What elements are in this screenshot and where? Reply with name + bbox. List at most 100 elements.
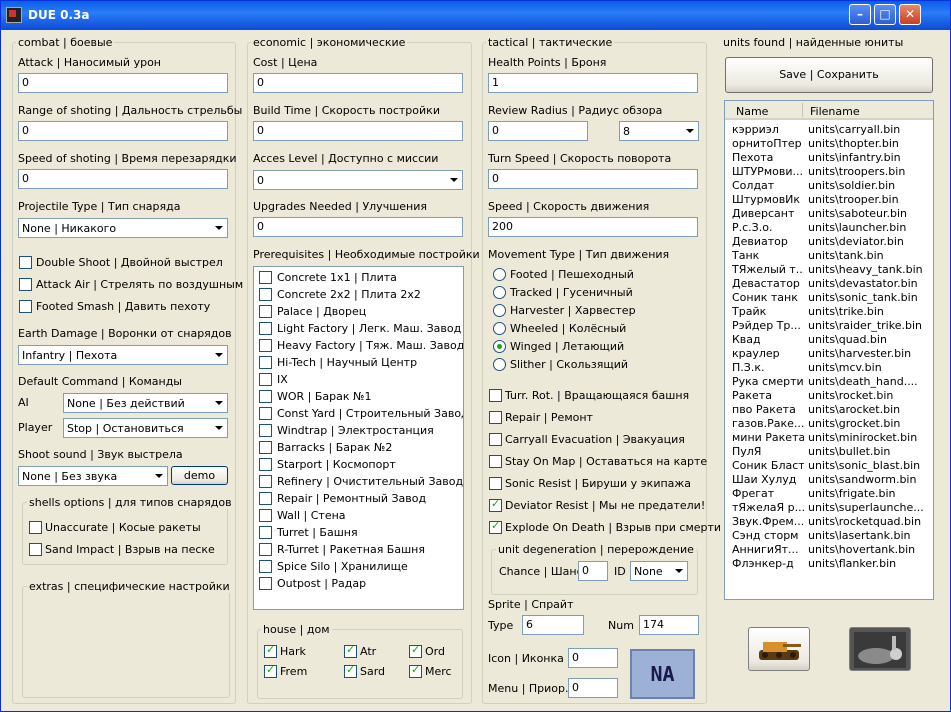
access-level-select[interactable]: 0	[253, 170, 463, 190]
house-ord-checkbox[interactable]	[409, 643, 422, 658]
ai-command-select[interactable]: None | Без действий	[63, 393, 228, 413]
degeneration-id-select[interactable]: None	[630, 561, 688, 581]
house-sard-checkbox[interactable]	[344, 663, 357, 678]
unit-row[interactable]: Пехота units\infantry.bin	[725, 151, 933, 165]
prerequisite-checkbox[interactable]	[259, 543, 272, 556]
prerequisite-checkbox[interactable]	[259, 356, 272, 369]
house-hark-checkbox[interactable]	[264, 643, 277, 658]
attack-input[interactable]: 0	[18, 73, 228, 93]
unit-row[interactable]: Соник Бласт units\sonic_blast.bin	[725, 459, 933, 473]
column-header-filename[interactable]: Filename	[810, 105, 860, 118]
prerequisite-checkbox[interactable]	[259, 305, 272, 318]
unit-row[interactable]: Квад units\quad.bin	[725, 333, 933, 347]
movement-radio[interactable]	[493, 358, 506, 371]
prerequisite-checkbox[interactable]	[259, 577, 272, 590]
movement-radio[interactable]	[493, 322, 506, 335]
double-shoot-checkbox[interactable]	[19, 256, 32, 269]
prerequisite-checkbox[interactable]	[259, 424, 272, 437]
prerequisite-checkbox[interactable]	[259, 441, 272, 454]
unit-row[interactable]: ПулЯ units\bullet.bin	[725, 445, 933, 459]
icon-input[interactable]: 0	[568, 648, 618, 668]
prerequisite-checkbox[interactable]	[259, 492, 272, 505]
prerequisite-checkbox[interactable]	[259, 373, 272, 386]
sprite-num-input[interactable]: 174	[639, 615, 699, 635]
unit-row[interactable]: Ракета units\rocket.bin	[725, 389, 933, 403]
review-radius-select[interactable]: 8	[619, 121, 699, 141]
tactical-option-checkbox[interactable]	[489, 389, 502, 402]
unit-row[interactable]: краулер units\harvester.bin	[725, 347, 933, 361]
shoot-sound-select[interactable]: None | Без звука	[18, 466, 168, 486]
unit-row[interactable]: ТЯжелый т... units\heavy_tank.bin	[725, 263, 933, 277]
unit-row[interactable]: Рука смерти units\death_hand....	[725, 375, 933, 389]
prerequisite-checkbox[interactable]	[259, 560, 272, 573]
unit-preview-button[interactable]	[748, 627, 810, 671]
unit-row[interactable]: Соник танк units\sonic_tank.bin	[725, 291, 933, 305]
prerequisite-checkbox[interactable]	[259, 407, 272, 420]
review-radius-input[interactable]: 0	[488, 121, 588, 141]
prerequisite-checkbox[interactable]	[259, 322, 272, 335]
movement-radio[interactable]	[493, 286, 506, 299]
unit-row[interactable]: мини Ракета units\minirocket.bin	[725, 431, 933, 445]
unit-row[interactable]: тЯжелаЯ р... units\superlaunche...	[725, 501, 933, 515]
tactical-option-checkbox[interactable]	[489, 411, 502, 424]
turn-speed-input[interactable]: 0	[488, 169, 698, 189]
unit-row[interactable]: Сэнд сторм units\lasertank.bin	[725, 529, 933, 543]
unit-row[interactable]: ШТУРмови... units\troopers.bin	[725, 165, 933, 179]
range-input[interactable]: 0	[18, 121, 228, 141]
tactical-option-checkbox[interactable]	[489, 497, 502, 512]
prerequisite-checkbox[interactable]	[259, 390, 272, 403]
menu-input[interactable]: 0	[568, 678, 618, 698]
footed-smash-checkbox[interactable]	[19, 300, 32, 313]
prerequisite-checkbox[interactable]	[259, 288, 272, 301]
prerequisite-checkbox[interactable]	[259, 509, 272, 522]
health-input[interactable]: 1	[488, 73, 698, 93]
prerequisite-checkbox[interactable]	[259, 458, 272, 471]
prerequisite-checkbox[interactable]	[259, 339, 272, 352]
cost-input[interactable]: 0	[253, 73, 463, 93]
demo-button[interactable]: demo	[171, 466, 228, 485]
unit-row[interactable]: Трайк units\trike.bin	[725, 305, 933, 319]
unit-row[interactable]: орнитоПтер units\thopter.bin	[725, 137, 933, 151]
unit-row[interactable]: Флэнкер-д units\flanker.bin	[725, 557, 933, 571]
attack-air-checkbox[interactable]	[19, 278, 32, 291]
house-frem-checkbox[interactable]	[264, 663, 277, 678]
save-button[interactable]: Save | Сохранить	[725, 57, 933, 93]
unit-row[interactable]: П.З.к. units\mcv.bin	[725, 361, 933, 375]
movement-radio[interactable]	[493, 304, 506, 317]
unit-row[interactable]: Танк units\tank.bin	[725, 249, 933, 263]
unit-row[interactable]: Фрегат units\frigate.bin	[725, 487, 933, 501]
projectile-select[interactable]: None | Никакого	[18, 218, 228, 238]
unaccurate-checkbox[interactable]	[29, 521, 42, 534]
tactical-option-checkbox[interactable]	[489, 433, 502, 446]
unit-row[interactable]: АннигиЯт... units\hovertank.bin	[725, 543, 933, 557]
sand-impact-checkbox[interactable]	[29, 543, 42, 556]
unit-row[interactable]: Диверсант units\saboteur.bin	[725, 207, 933, 221]
prerequisite-checkbox[interactable]	[259, 271, 272, 284]
unit-row[interactable]: Рэйдер Тр... units\raider_trike.bin	[725, 319, 933, 333]
unit-row[interactable]: Шаи Хулуд units\sandworm.bin	[725, 473, 933, 487]
house-atr-checkbox[interactable]	[344, 643, 357, 658]
tactical-option-checkbox[interactable]	[489, 455, 502, 468]
prerequisite-checkbox[interactable]	[259, 526, 272, 539]
build-time-input[interactable]: 0	[253, 121, 463, 141]
unit-row[interactable]: кэрриэл units\carryall.bin	[725, 123, 933, 137]
sprite-type-input[interactable]: 6	[522, 615, 584, 635]
shoot-speed-input[interactable]: 0	[18, 169, 228, 189]
unit-row[interactable]: Солдат units\soldier.bin	[725, 179, 933, 193]
upgrades-input[interactable]: 0	[253, 217, 463, 237]
player-command-select[interactable]: Stop | Остановиться	[63, 418, 228, 438]
earth-damage-select[interactable]: Infantry | Пехота	[18, 345, 228, 365]
move-speed-input[interactable]: 200	[488, 217, 698, 237]
tactical-option-checkbox[interactable]	[489, 477, 502, 490]
unit-row[interactable]: газов.Раке... units\grocket.bin	[725, 417, 933, 431]
unit-row[interactable]: ШтурмовИк units\trooper.bin	[725, 193, 933, 207]
unit-row[interactable]: Девиатор units\deviator.bin	[725, 235, 933, 249]
movement-radio[interactable]	[493, 340, 506, 353]
unit-row[interactable]: Девастатор units\devastator.bin	[725, 277, 933, 291]
close-button[interactable]: ✕	[899, 4, 921, 25]
minimize-button[interactable]: –	[849, 4, 871, 25]
map-preview-button[interactable]	[849, 627, 911, 671]
unit-row[interactable]: Р.с.З.о. units\launcher.bin	[725, 221, 933, 235]
movement-radio[interactable]	[493, 268, 506, 281]
unit-row[interactable]: Звук.Фрем... units\rocketquad.bin	[725, 515, 933, 529]
